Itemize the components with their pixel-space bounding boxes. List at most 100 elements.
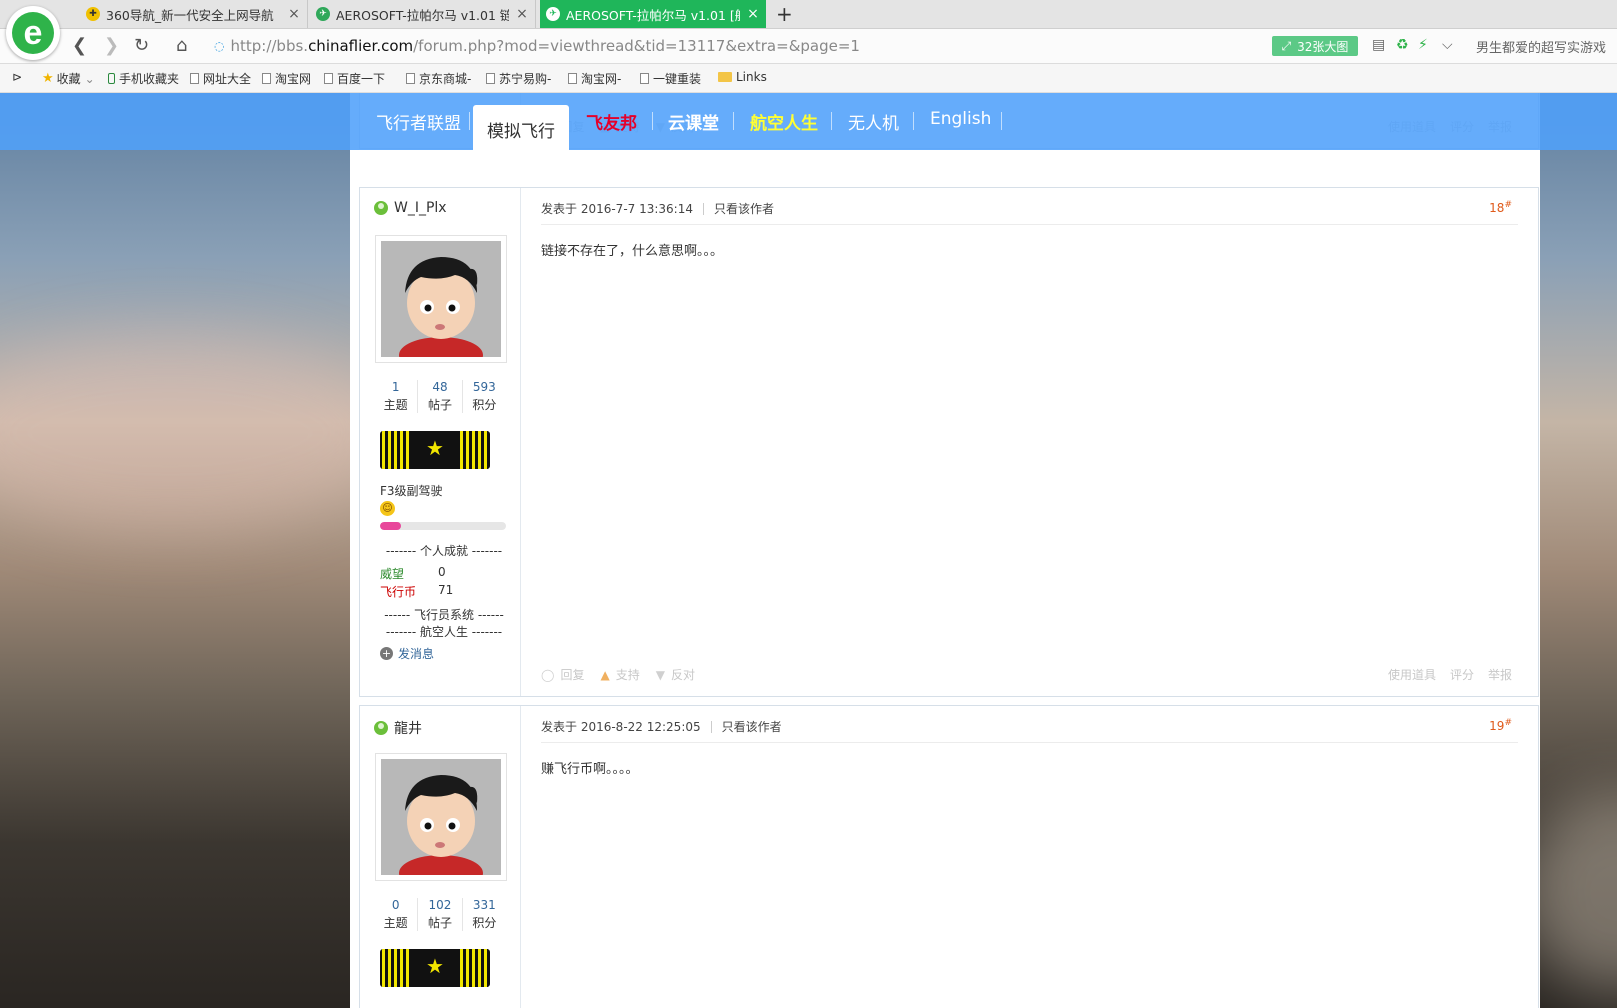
nav-item-flight-sim[interactable]: 模拟飞行 bbox=[473, 105, 569, 153]
username-link[interactable]: W_I_Plx bbox=[374, 200, 447, 216]
post-main: 发表于 2016-8-22 12:25:05 只看该作者 19# 赚飞行币啊。。… bbox=[521, 706, 1538, 1008]
forward-icon[interactable]: ❯ bbox=[104, 35, 119, 56]
bookmark-mobile[interactable]: 手机收藏夹 bbox=[108, 70, 179, 87]
avatar[interactable] bbox=[375, 753, 507, 881]
stat-replies[interactable]: 102 帖子 bbox=[418, 898, 463, 931]
site-icon: ✈ bbox=[316, 7, 330, 21]
avatar-image bbox=[381, 241, 501, 357]
coins-label: 飞行币 bbox=[380, 585, 417, 599]
bookmark-item[interactable]: 淘宝网- bbox=[568, 70, 621, 87]
floor-number[interactable]: 18# bbox=[1489, 200, 1512, 215]
bookmark-item[interactable]: 京东商城- bbox=[406, 70, 471, 87]
nav-item-feiyoubang[interactable]: 飞友邦 bbox=[586, 109, 637, 134]
lightning-icon[interactable]: ⚡ bbox=[1418, 37, 1428, 53]
close-icon[interactable]: × bbox=[746, 6, 760, 22]
nav-item-flyer-union[interactable]: 飞行者联盟 bbox=[376, 109, 461, 134]
stat-threads[interactable]: 1 主题 bbox=[374, 380, 419, 413]
avatar[interactable] bbox=[375, 235, 507, 363]
floor-mark: # bbox=[1504, 200, 1512, 210]
post-sidebar: W_I_Plx 1主题 48 帖子 593 积分 ★ F3级副驾驶 ☺ ----… bbox=[360, 188, 521, 696]
post-main: 发表于 2016-7-7 13:36:14 只看该作者 18# 链接不存在了，什… bbox=[521, 188, 1538, 696]
stat-value: 331 bbox=[472, 898, 496, 912]
page-icon bbox=[262, 73, 271, 84]
bookmark-item[interactable]: 一键重装 bbox=[640, 70, 701, 87]
bookmark-label: Links bbox=[736, 70, 767, 84]
chevron-down-icon: ⌄ bbox=[84, 71, 95, 86]
bookmark-favorites[interactable]: ★ 收藏 ⌄ bbox=[42, 70, 95, 87]
oppose-button[interactable]: ▼ 反对 bbox=[656, 666, 695, 683]
report-button[interactable]: 举报 bbox=[1488, 666, 1512, 683]
page-icon bbox=[568, 73, 577, 84]
reply-button[interactable]: ◯ 回复 bbox=[541, 666, 584, 683]
post-actions: ◯ 回复 ▲ 支持 ▼ 反对 使用道具 评分 举报 bbox=[541, 666, 1512, 683]
stat-label: 积分 bbox=[472, 398, 497, 412]
stat-value: 0 bbox=[391, 898, 400, 912]
shield-icon: ✚ bbox=[86, 7, 100, 21]
stat-value: 48 bbox=[432, 380, 448, 394]
page-icon bbox=[190, 73, 199, 84]
chevron-down-icon[interactable]: ⌵ bbox=[1442, 37, 1453, 53]
url-prefix: http://bbs. bbox=[230, 37, 309, 55]
sidebar-toggle-icon[interactable]: ⊳ bbox=[12, 70, 22, 84]
nav-item-aviation-life[interactable]: 航空人生 bbox=[750, 109, 818, 134]
url-path: /forum.php?mod=viewthread&tid=13117&extr… bbox=[413, 37, 860, 55]
bookmark-item[interactable]: 苏宁易购- bbox=[486, 70, 551, 87]
bookmark-item[interactable]: 百度一下 bbox=[324, 70, 385, 87]
browser-logo-icon[interactable]: e bbox=[6, 6, 60, 60]
reply-label: 回复 bbox=[560, 668, 585, 682]
bookmark-label: 一键重装 bbox=[653, 72, 702, 86]
stat-threads[interactable]: 0 主题 bbox=[374, 898, 419, 931]
bookmark-folder-links[interactable]: Links bbox=[718, 70, 767, 84]
big-pic-button[interactable]: ⤢ 32张大图 bbox=[1272, 36, 1358, 56]
rate-button[interactable]: 评分 bbox=[1450, 666, 1474, 683]
author-only-link[interactable]: 只看该作者 bbox=[714, 200, 774, 217]
username-link[interactable]: 龍井 bbox=[374, 718, 422, 738]
background-decoration bbox=[0, 333, 400, 533]
search-hint[interactable]: 男生都爱的超写实游戏 bbox=[1476, 37, 1606, 56]
prestige-row: 威望 0 bbox=[380, 565, 446, 582]
recycle-icon[interactable]: ♻ bbox=[1396, 37, 1409, 53]
coins-row: 飞行币 71 bbox=[380, 583, 453, 600]
back-icon[interactable]: ❮ bbox=[72, 35, 87, 56]
post-content: 赚飞行币啊。。。。 bbox=[541, 762, 639, 777]
reader-icon[interactable]: ▤ bbox=[1372, 37, 1385, 53]
send-message-link[interactable]: + 发消息 bbox=[380, 645, 434, 662]
bookmark-label: 百度一下 bbox=[337, 72, 386, 86]
page-icon bbox=[486, 73, 495, 84]
refresh-icon[interactable]: ↻ bbox=[134, 35, 149, 56]
loading-icon: ◌ bbox=[214, 39, 225, 53]
nav-item-drone[interactable]: 无人机 bbox=[848, 109, 899, 134]
close-icon[interactable]: × bbox=[515, 6, 529, 22]
use-tools-button[interactable]: 使用道具 bbox=[1388, 666, 1436, 683]
tab-aerosoft-link[interactable]: ✈ AEROSOFT-拉帕尔马 v1.01 链接 × bbox=[310, 0, 536, 28]
stat-replies[interactable]: 48 帖子 bbox=[418, 380, 463, 413]
close-icon[interactable]: × bbox=[287, 6, 301, 22]
stat-points[interactable]: 593 积分 bbox=[463, 380, 506, 413]
stat-value: 102 bbox=[428, 898, 452, 912]
post-meta: 发表于 2016-7-7 13:36:14 只看该作者 bbox=[541, 200, 774, 217]
big-pic-label: 32张大图 bbox=[1297, 39, 1349, 54]
url-host: chinaflier.com bbox=[308, 37, 414, 55]
stat-points[interactable]: 331 积分 bbox=[463, 898, 506, 931]
stat-label: 主题 bbox=[383, 916, 408, 930]
level-progress bbox=[380, 522, 506, 530]
stat-value: 593 bbox=[472, 380, 496, 394]
new-tab-button[interactable]: + bbox=[776, 2, 793, 26]
tab-360-nav[interactable]: ✚ 360导航_新一代安全上网导航 × bbox=[80, 0, 308, 28]
home-icon[interactable]: ⌂ bbox=[176, 35, 187, 56]
author-only-link[interactable]: 只看该作者 bbox=[722, 718, 782, 735]
tab-title: AEROSOFT-拉帕尔马 v1.01 [航 bbox=[566, 7, 740, 23]
bookmark-item[interactable]: 网址大全 bbox=[190, 70, 251, 87]
support-button[interactable]: ▲ 支持 bbox=[600, 666, 639, 683]
nav-item-cloud-class[interactable]: 云课堂 bbox=[668, 109, 719, 134]
bookmark-label: 京东商城- bbox=[419, 72, 472, 86]
nav-item-english[interactable]: English bbox=[930, 109, 991, 129]
bookmark-item[interactable]: 淘宝网 bbox=[262, 70, 311, 87]
bookmark-label: 淘宝网 bbox=[275, 72, 312, 86]
folder-icon bbox=[718, 72, 732, 82]
aviation-life-header: ------- 航空人生 ------- bbox=[385, 625, 503, 639]
tab-aerosoft-active[interactable]: ✈ AEROSOFT-拉帕尔马 v1.01 [航 × bbox=[540, 0, 766, 28]
floor-number[interactable]: 19# bbox=[1489, 718, 1512, 733]
stat-label: 主题 bbox=[383, 398, 408, 412]
post-time: 发表于 2016-8-22 12:25:05 bbox=[541, 720, 701, 734]
